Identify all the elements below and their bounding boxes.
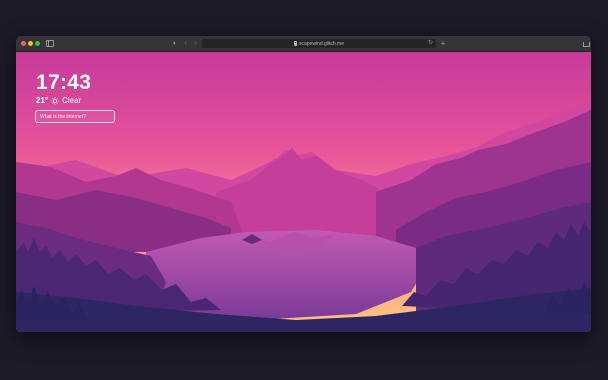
search-input[interactable] <box>35 110 115 123</box>
sun-icon <box>51 96 59 105</box>
close-window-button[interactable] <box>21 41 26 46</box>
reload-icon[interactable]: ↻ <box>428 39 433 48</box>
forward-icon[interactable]: › <box>192 39 199 48</box>
browser-toolbar: ◐ ‹ › scapewind.glitch.me ↻ + <box>16 36 591 52</box>
sidebar-icon[interactable] <box>45 39 54 48</box>
weather-temperature: 21° <box>36 96 49 105</box>
page-viewport: 17:43 21° Clear <box>16 52 591 332</box>
minimize-window-button[interactable] <box>28 41 33 46</box>
browser-window: ◐ ‹ › scapewind.glitch.me ↻ + 17:43 21° … <box>16 36 591 332</box>
weather-widget: 21° Clear <box>36 96 81 105</box>
shield-icon[interactable]: ◐ <box>171 39 179 48</box>
maximize-window-button[interactable] <box>35 41 40 46</box>
lock-icon <box>293 40 298 46</box>
plus-icon[interactable]: + <box>439 39 447 48</box>
back-icon[interactable]: ‹ <box>182 39 189 48</box>
clock-time: 17:43 <box>36 71 92 94</box>
weather-condition: Clear <box>62 96 82 105</box>
address-bar[interactable]: scapewind.glitch.me ↻ <box>202 39 436 48</box>
landscape-wallpaper <box>16 52 591 332</box>
share-icon[interactable] <box>582 39 590 48</box>
address-url: scapewind.glitch.me <box>298 40 345 47</box>
